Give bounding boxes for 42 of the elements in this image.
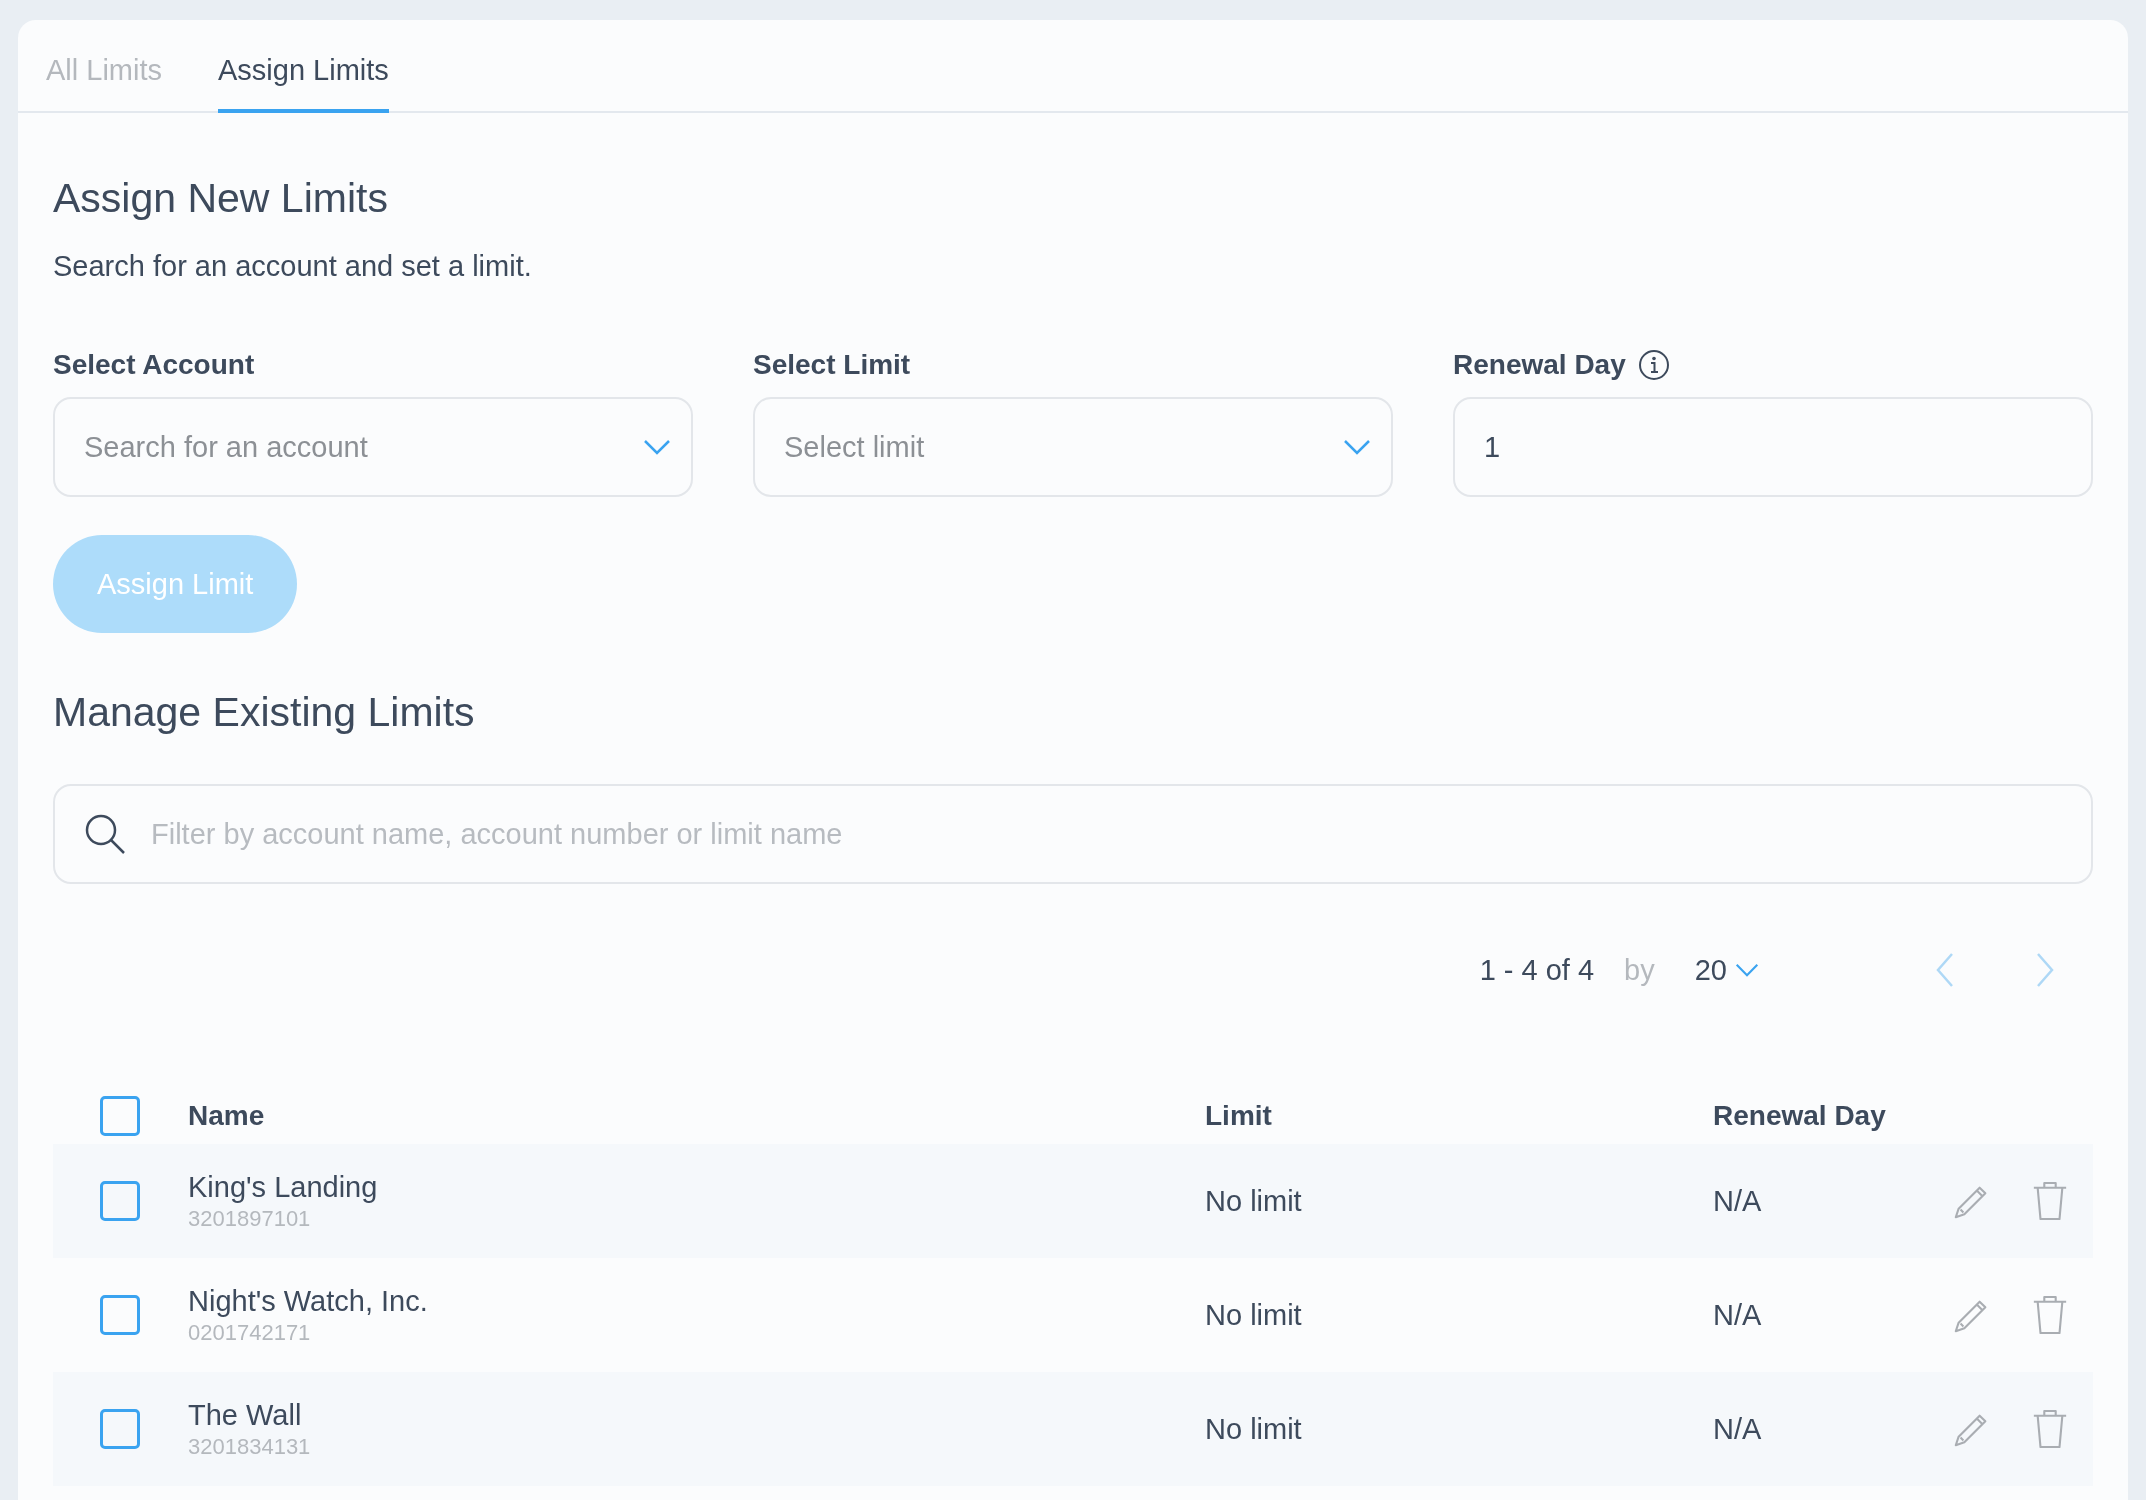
field-label: Renewal Day [1453,349,1626,381]
page-size-label: by [1624,953,1655,987]
column-header: Limit [1205,1100,1273,1132]
account-number: 3201897101 [188,1205,312,1232]
account-name: King's Landing [188,1170,379,1204]
account-name: Night's Watch, Inc. [188,1284,429,1318]
column-header: Renewal Day [1713,1100,1887,1132]
field-label: Select Account [53,349,255,381]
search-field[interactable]: Filter by account name, account number or limit name [53,784,2093,884]
column-header: Name [188,1100,266,1132]
account-number: 3201834131 [188,1433,312,1460]
input-field[interactable]: 1 [1453,397,2093,497]
row-checkbox[interactable] [100,1295,140,1335]
row-checkbox[interactable] [100,1409,140,1449]
table-cell-text: No limit [1205,1298,1303,1332]
dropdown-field[interactable]: Search for an account [53,397,693,497]
chevron-down-icon [1343,439,1371,455]
table-cell-text: N/A [1713,1412,1763,1446]
tab[interactable]: All Limits [46,20,162,113]
account-number: 0201742171 [188,1319,312,1346]
page-range: 1 - 4 of 4 [1479,953,1595,987]
info-icon[interactable] [1637,349,1670,381]
row-checkbox[interactable] [100,1181,140,1221]
trash-icon[interactable] [2031,1294,2069,1336]
section-title: Manage Existing Limits [53,689,476,736]
select-all-checkbox[interactable] [100,1096,140,1136]
tab[interactable]: Assign Limits [218,20,389,113]
chevron-down-icon [643,439,671,455]
table-cell-text: No limit [1205,1184,1303,1218]
section-title: Assign New Limits [53,175,389,222]
field-label: Select Limit [753,349,911,381]
trash-icon[interactable] [2031,1408,2069,1450]
table-cell-text: N/A [1713,1184,1763,1218]
search-icon [83,812,127,856]
table-cell-text: N/A [1713,1298,1763,1332]
page-size-dropdown[interactable]: 20 [1694,953,1759,987]
dropdown-field[interactable]: Select limit [753,397,1393,497]
table-cell-text: No limit [1205,1412,1303,1446]
chevron-down-icon [1735,963,1759,977]
account-name: The Wall [188,1398,303,1432]
trash-icon[interactable] [2031,1180,2069,1222]
section-description: Search for an account and set a limit. [53,250,533,283]
